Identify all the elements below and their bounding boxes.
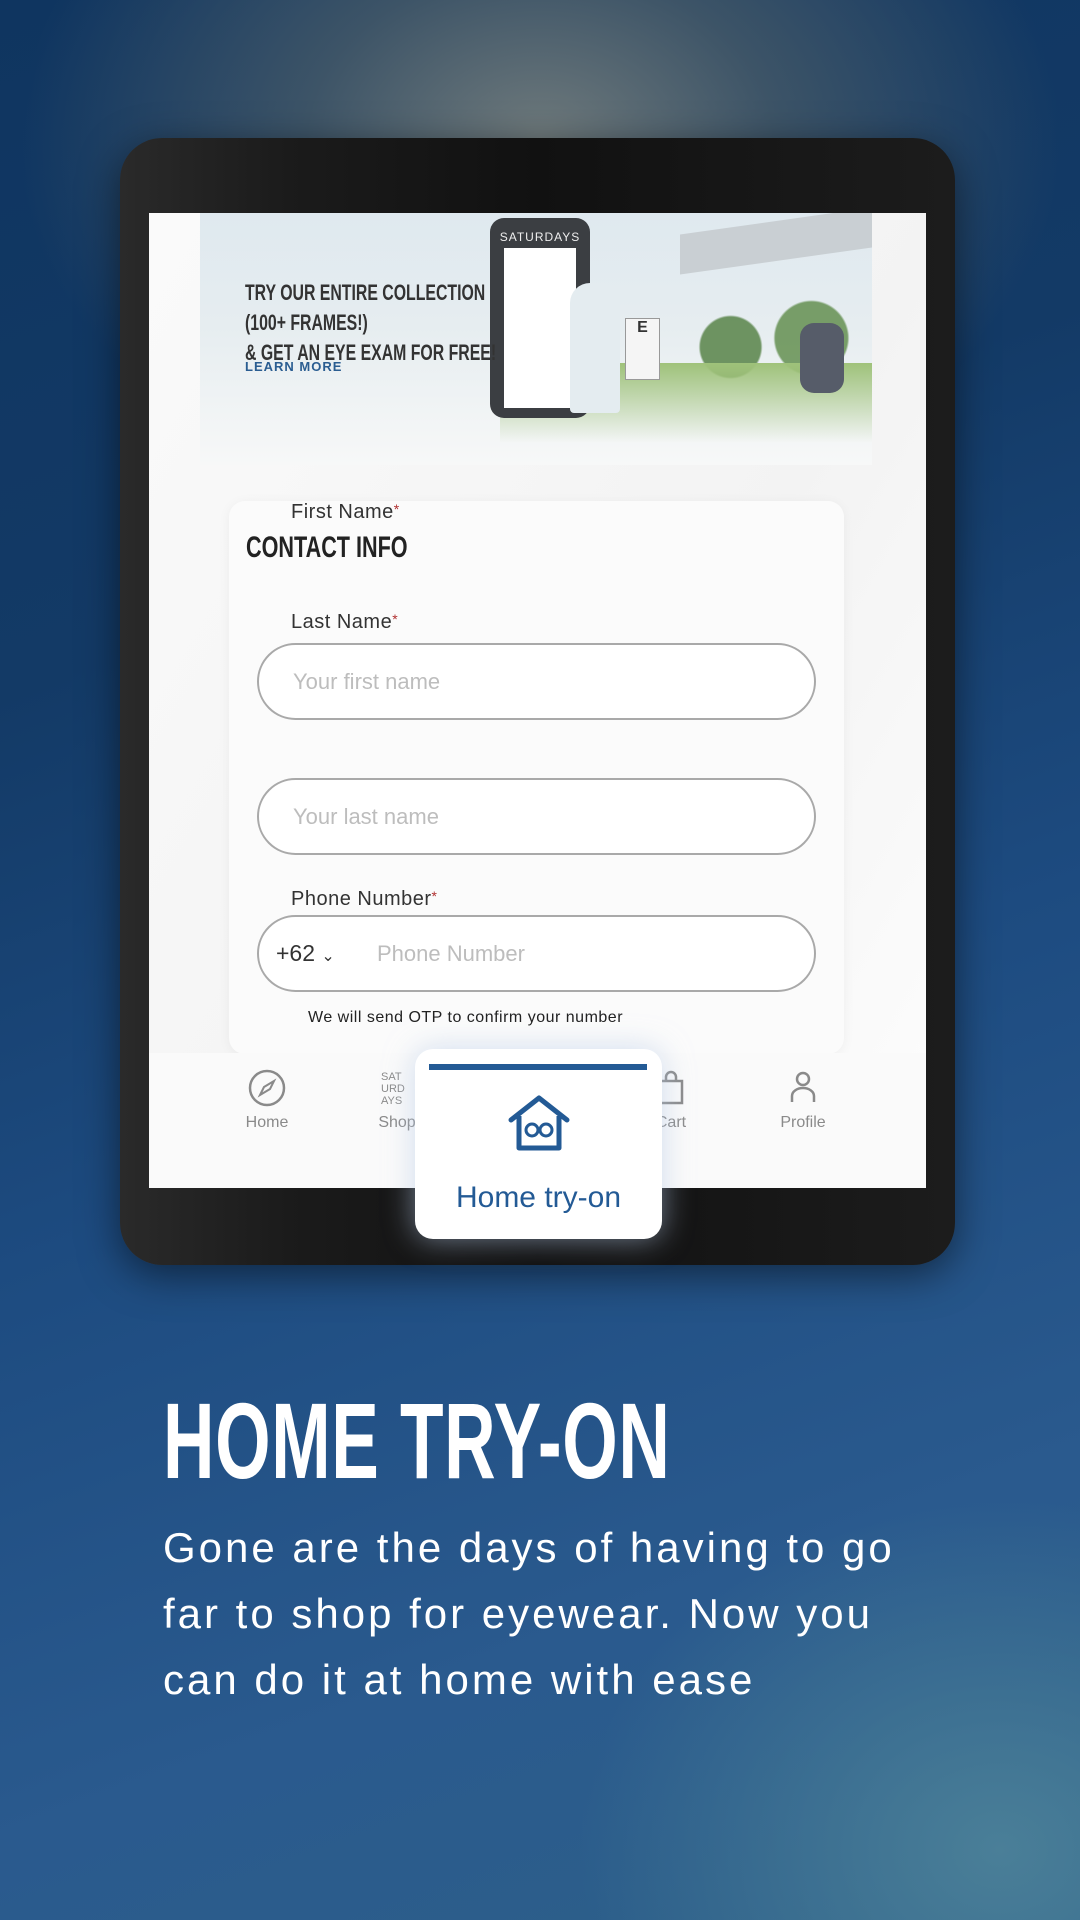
banner-optometrist	[570, 283, 620, 413]
nav-label: Shop	[378, 1114, 416, 1131]
house-glasses-icon	[508, 1095, 570, 1151]
headline-line: TRY OUR ENTIRE COLLECTION	[245, 280, 486, 305]
nav-label: Home	[245, 1114, 289, 1131]
nav-label: Home try-on	[455, 1181, 622, 1214]
country-code: +62	[276, 940, 316, 966]
contact-title: CONTACT INFO	[246, 531, 408, 564]
label-text: First Name	[291, 501, 394, 523]
nav-home-try-on[interactable]: Home try-on	[415, 1049, 662, 1239]
app-screen: SATURDAYS E TRY OUR ENTIRE COLLECTION (1…	[149, 213, 926, 1188]
nav-profile[interactable]: Profile	[753, 1068, 853, 1132]
promo-body: Gone are the days of having to go far to…	[163, 1524, 895, 1703]
brand-logo: SATURDAYS	[499, 230, 581, 244]
last-name-label: Last Name*	[291, 611, 398, 634]
svg-text:URD: URD	[381, 1083, 405, 1095]
active-indicator	[429, 1064, 647, 1070]
first-name-input[interactable]: Your first name	[257, 643, 816, 720]
headline-line: (100+ FRAMES!)	[245, 310, 368, 335]
banner-roof	[680, 213, 872, 275]
nav-label: Profile	[780, 1114, 826, 1131]
first-name-label: First Name*	[291, 501, 400, 524]
nav-home[interactable]: Home	[217, 1068, 317, 1132]
banner-headline: TRY OUR ENTIRE COLLECTION (100+ FRAMES!)…	[245, 278, 496, 368]
learn-more-link[interactable]: LEARN MORE	[245, 359, 342, 374]
label-text: Phone Number	[291, 888, 432, 910]
required-mark: *	[431, 888, 438, 904]
last-name-input[interactable]: Your last name	[257, 778, 816, 855]
banner-customer	[800, 323, 844, 393]
svg-text:SAT: SAT	[381, 1071, 402, 1083]
eye-chart: E	[625, 318, 660, 380]
phone-label: Phone Number*	[291, 888, 437, 911]
svg-text:AYS: AYS	[381, 1095, 402, 1107]
label-text: Last Name	[291, 611, 393, 633]
required-mark: *	[392, 611, 399, 627]
country-code-select[interactable]: +62 ⌄	[276, 917, 335, 993]
person-icon	[790, 1071, 816, 1102]
compass-icon	[248, 1069, 286, 1107]
promo-banner[interactable]: SATURDAYS E TRY OUR ENTIRE COLLECTION (1…	[200, 213, 872, 465]
phone-field: +62 ⌄ Phone Number	[257, 915, 816, 992]
phone-input[interactable]: Phone Number	[377, 917, 525, 990]
promo-title: HOME TRY-ON	[163, 1380, 671, 1501]
saturdays-logo-icon: SATURDAYS	[381, 1071, 405, 1107]
otp-hint: We will send OTP to confirm your number	[308, 1009, 624, 1026]
chevron-down-icon: ⌄	[321, 948, 335, 965]
kiosk-mirror	[504, 248, 576, 408]
required-mark: *	[393, 501, 400, 517]
